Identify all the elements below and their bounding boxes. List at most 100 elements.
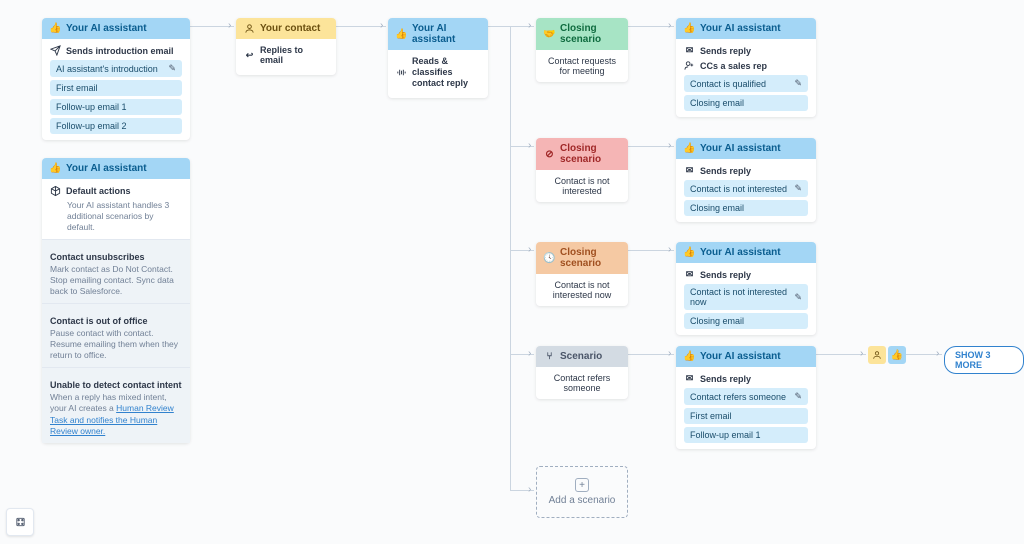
node-ai-reply-not-interested[interactable]: 👍 Your AI assistant ✉ Sends reply Contact… xyxy=(676,138,816,222)
pencil-icon[interactable]: ✎ xyxy=(168,63,176,74)
action-label: Sends reply xyxy=(700,374,751,384)
node-ai-reply-refer[interactable]: 👍 Your AI assistant ✉ Sends reply Contact… xyxy=(676,346,816,449)
node-header: 👍 Your AI assistant xyxy=(676,346,816,367)
thumbs-up-icon: 👍 xyxy=(684,247,695,258)
node-title: Your AI assistant xyxy=(66,23,147,34)
node-header: 👍 Your AI assistant xyxy=(388,18,488,50)
node-ai-reply-not-now[interactable]: 👍 Your AI assistant ✉ Sends reply Contact… xyxy=(676,242,816,335)
thumbs-up-icon: 👍 xyxy=(684,143,695,154)
defaults-heading: Default actions xyxy=(66,186,131,196)
mail-icon: ✉ xyxy=(684,373,695,384)
pencil-icon[interactable]: ✎ xyxy=(794,292,802,303)
node-header: 👍 Your AI assistant xyxy=(42,18,190,39)
chip[interactable]: First email xyxy=(684,408,808,424)
chip-followup1[interactable]: Follow-up email 1 xyxy=(50,99,182,115)
node-header: 👍 Your AI assistant xyxy=(676,138,816,159)
node-header: 👍 Your AI assistant xyxy=(676,242,816,263)
add-scenario-label: Add a scenario xyxy=(549,495,616,506)
chip[interactable]: Closing email xyxy=(684,313,808,329)
fit-to-screen-button[interactable] xyxy=(6,508,34,536)
chip-intro[interactable]: AI assistant's introduction✎ xyxy=(50,60,182,77)
chip[interactable]: Contact is not interested now✎ xyxy=(684,284,808,310)
chip[interactable]: Contact is not interested✎ xyxy=(684,180,808,197)
node-default-actions[interactable]: 👍 Your AI assistant Default actions Your… xyxy=(42,158,190,443)
reply-icon: ↩ xyxy=(244,50,255,61)
thumbs-up-icon: 👍 xyxy=(396,29,407,40)
node-closing-not-now[interactable]: 🕓 Closing scenario Contact is not intere… xyxy=(536,242,628,306)
clock-icon: 🕓 xyxy=(544,253,555,264)
default-s3-text: When a reply has mixed intent, your AI c… xyxy=(50,392,182,436)
node-body-text: Contact is not interested xyxy=(554,176,609,196)
chip[interactable]: Contact is qualified✎ xyxy=(684,75,808,92)
defaults-subheading: Your AI assistant handles 3 additional s… xyxy=(67,200,182,233)
show-more-button[interactable]: SHOW 3 MORE xyxy=(944,346,1024,374)
waveform-icon xyxy=(396,67,407,78)
default-s1-text: Mark contact as Do Not Contact. Stop ema… xyxy=(50,264,182,297)
action-label: Sends reply xyxy=(700,46,751,56)
chip-followup2[interactable]: Follow-up email 2 xyxy=(50,118,182,134)
user-plus-icon xyxy=(684,60,695,71)
default-s2-text: Pause contact with contact. Resume email… xyxy=(50,328,182,361)
fit-icon xyxy=(15,517,26,528)
default-s3-label: Unable to detect contact intent xyxy=(50,380,182,390)
user-icon xyxy=(244,23,255,34)
chip-first-email[interactable]: First email xyxy=(50,80,182,96)
handshake-icon: 🤝 xyxy=(544,29,555,40)
add-scenario-button[interactable]: + Add a scenario xyxy=(536,466,628,518)
node-title: Your AI assistant xyxy=(66,163,147,174)
pencil-icon[interactable]: ✎ xyxy=(794,78,802,89)
node-scenario-refer[interactable]: ⑂ Scenario Contact refers someone xyxy=(536,346,628,399)
chip[interactable]: Closing email xyxy=(684,95,808,111)
mail-icon: ✉ xyxy=(684,269,695,280)
node-header: 🤝 Closing scenario xyxy=(536,18,628,50)
default-s1-label: Contact unsubscribes xyxy=(50,252,182,262)
default-s2-label: Contact is out of office xyxy=(50,316,182,326)
pencil-icon[interactable]: ✎ xyxy=(794,391,802,402)
pencil-icon[interactable]: ✎ xyxy=(794,183,802,194)
mail-icon: ✉ xyxy=(684,165,695,176)
node-title: Closing scenario xyxy=(560,143,620,165)
plus-icon: + xyxy=(575,478,589,492)
node-title: Your contact xyxy=(260,23,320,34)
chip[interactable]: Closing email xyxy=(684,200,808,216)
node-header: 🕓 Closing scenario xyxy=(536,242,628,274)
chip[interactable]: Contact refers someone✎ xyxy=(684,388,808,405)
node-body-text: Contact is not interested now xyxy=(553,280,612,300)
node-title: Your AI assistant xyxy=(700,351,781,362)
node-ai-intro[interactable]: 👍 Your AI assistant Sends introduction e… xyxy=(42,18,190,140)
send-icon xyxy=(50,45,61,56)
action-label: Sends reply xyxy=(700,270,751,280)
node-header: 👍 Your AI assistant xyxy=(676,18,816,39)
cube-icon xyxy=(50,185,61,196)
node-title: Your AI assistant xyxy=(700,23,781,34)
node-title: Closing scenario xyxy=(560,23,620,45)
thumbs-up-icon: 👍 xyxy=(684,351,695,362)
node-ai-classify[interactable]: 👍 Your AI assistant Reads & classifies c… xyxy=(388,18,488,98)
node-closing-not-interested[interactable]: ⊘ Closing scenario Contact is not intere… xyxy=(536,138,628,202)
mini-ai-icon: 👍 xyxy=(888,346,906,364)
node-body-text: Contact requests for meeting xyxy=(548,56,616,76)
node-closing-meeting[interactable]: 🤝 Closing scenario Contact requests for … xyxy=(536,18,628,82)
node-contact[interactable]: Your contact ↩ Replies to email xyxy=(236,18,336,75)
thumbs-up-icon: 👍 xyxy=(684,23,695,34)
node-action: Replies to email xyxy=(260,45,328,65)
mini-contact-icon xyxy=(868,346,886,364)
thumbs-up-icon: 👍 xyxy=(50,163,61,174)
node-header: Your contact xyxy=(236,18,336,39)
action-label: Sends reply xyxy=(700,166,751,176)
node-title: Scenario xyxy=(560,351,602,362)
node-ai-reply-qualified[interactable]: 👍 Your AI assistant ✉ Sends reply CCs a s… xyxy=(676,18,816,117)
node-header: ⊘ Closing scenario xyxy=(536,138,628,170)
node-action: Sends introduction email xyxy=(66,46,174,56)
node-title: Your AI assistant xyxy=(700,247,781,258)
thumbs-up-icon: 👍 xyxy=(50,23,61,34)
branch-icon: ⑂ xyxy=(544,351,555,362)
node-title: Closing scenario xyxy=(560,247,620,269)
node-body-text: Contact refers someone xyxy=(554,373,611,393)
chip[interactable]: Follow-up email 1 xyxy=(684,427,808,443)
node-title: Your AI assistant xyxy=(700,143,781,154)
node-header: 👍 Your AI assistant xyxy=(42,158,190,179)
action-label: CCs a sales rep xyxy=(700,61,767,71)
node-title: Your AI assistant xyxy=(412,23,480,45)
mail-icon: ✉ xyxy=(684,45,695,56)
